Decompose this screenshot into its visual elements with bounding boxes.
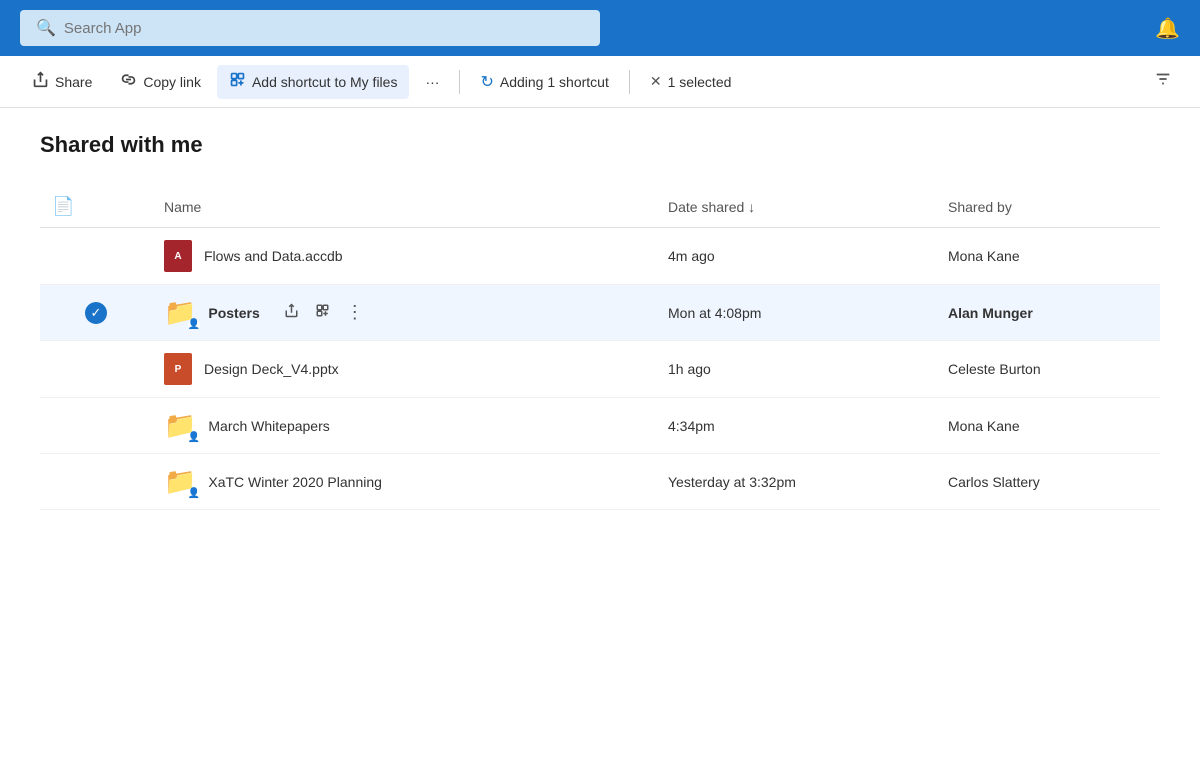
check-cell[interactable] [40, 454, 152, 510]
file-name: Flows and Data.accdb [204, 248, 343, 264]
name-cell[interactable]: P Design Deck_V4.pptx [152, 341, 656, 398]
file-name: March Whitepapers [208, 418, 329, 434]
toolbar: Share Copy link Add shortcut to My files… [0, 56, 1200, 108]
name-cell[interactable]: 📁 👤 XaTC Winter 2020 Planning [152, 454, 656, 510]
check-empty [86, 358, 106, 378]
selected-label: 1 selected [668, 74, 732, 90]
access-file-icon: A [164, 240, 192, 272]
file-name: XaTC Winter 2020 Planning [208, 474, 382, 490]
search-icon: 🔍 [36, 18, 56, 38]
selected-button[interactable]: ✕ 1 selected [638, 67, 744, 96]
file-name: Design Deck_V4.pptx [204, 361, 339, 377]
copy-link-button[interactable]: Copy link [108, 65, 213, 99]
table-header-row: 📄 Name Date shared ↓ Shared by [40, 186, 1160, 228]
check-cell[interactable] [40, 228, 152, 285]
check-cell[interactable] [40, 398, 152, 454]
row-share-button[interactable] [280, 301, 303, 325]
check-header: 📄 [40, 186, 152, 228]
table-row[interactable]: 📁 👤 March Whitepapers 4:34pm Mona Kane [40, 398, 1160, 454]
shared-by-cell: Alan Munger [936, 285, 1160, 341]
pptx-file-icon: P [164, 353, 192, 385]
date-cell: 4m ago [656, 228, 936, 285]
copy-link-label: Copy link [143, 74, 201, 90]
more-button[interactable]: ··· [413, 68, 451, 96]
table-row[interactable]: ✓ 📁 👤 Posters ⋮ Mon at 4:08pm Alan Mun [40, 285, 1160, 341]
separator-1 [459, 70, 460, 94]
table-row[interactable]: P Design Deck_V4.pptx 1h ago Celeste Bur… [40, 341, 1160, 398]
check-empty [86, 414, 106, 434]
adding-shortcut-status: ↻ Adding 1 shortcut [468, 66, 620, 98]
shared-by-cell: Mona Kane [936, 228, 1160, 285]
name-header[interactable]: Name [152, 186, 656, 228]
top-bar: 🔍 🔔 [0, 0, 1200, 56]
share-icon [32, 71, 49, 93]
date-shared-header[interactable]: Date shared ↓ [656, 186, 936, 228]
sort-button[interactable] [1146, 64, 1180, 99]
check-empty [86, 470, 106, 490]
file-table: 📄 Name Date shared ↓ Shared by A Flows a… [40, 186, 1160, 510]
name-cell[interactable]: 📁 👤 March Whitepapers [152, 398, 656, 454]
date-cell: 4:34pm [656, 398, 936, 454]
name-cell[interactable]: A Flows and Data.accdb [152, 228, 656, 285]
shared-by-header: Shared by [936, 186, 1160, 228]
add-shortcut-label: Add shortcut to My files [252, 74, 398, 90]
row-more-button[interactable]: ⋮ [342, 300, 368, 325]
share-button[interactable]: Share [20, 65, 104, 99]
adding-shortcut-label: Adding 1 shortcut [500, 74, 609, 90]
table-row[interactable]: 📁 👤 XaTC Winter 2020 Planning Yesterday … [40, 454, 1160, 510]
shared-by-cell: Mona Kane [936, 398, 1160, 454]
main-content: Shared with me 📄 Name Date shared ↓ Shar… [0, 108, 1200, 534]
close-selected-icon: ✕ [650, 73, 662, 90]
file-icon-header: 📄 [52, 196, 74, 216]
date-cell: Yesterday at 3:32pm [656, 454, 936, 510]
date-cell: Mon at 4:08pm [656, 285, 936, 341]
check-selected-icon[interactable]: ✓ [85, 302, 107, 324]
more-label: ··· [425, 74, 439, 90]
add-shortcut-button[interactable]: Add shortcut to My files [217, 65, 410, 99]
check-cell[interactable] [40, 341, 152, 398]
adding-spin-icon: ↻ [480, 72, 493, 92]
shared-by-cell: Celeste Burton [936, 341, 1160, 398]
shared-by-cell: Carlos Slattery [936, 454, 1160, 510]
folder-shared-icon: 📁 👤 [164, 297, 196, 328]
separator-2 [629, 70, 630, 94]
search-input[interactable] [64, 20, 584, 37]
copy-link-icon [120, 71, 137, 93]
share-label: Share [55, 74, 92, 90]
date-cell: 1h ago [656, 341, 936, 398]
row-shortcut-button[interactable] [311, 301, 334, 325]
name-cell[interactable]: 📁 👤 Posters ⋮ [152, 285, 656, 341]
add-shortcut-icon [229, 71, 246, 93]
bell-icon[interactable]: 🔔 [1155, 16, 1180, 41]
folder-shared-icon: 📁 👤 [164, 466, 196, 497]
folder-shared-icon: 📁 👤 [164, 410, 196, 441]
file-name: Posters [208, 305, 259, 321]
search-box[interactable]: 🔍 [20, 10, 600, 46]
check-cell[interactable]: ✓ [40, 285, 152, 341]
check-empty [86, 245, 106, 265]
table-row[interactable]: A Flows and Data.accdb 4m ago Mona Kane [40, 228, 1160, 285]
page-title: Shared with me [40, 132, 1160, 158]
